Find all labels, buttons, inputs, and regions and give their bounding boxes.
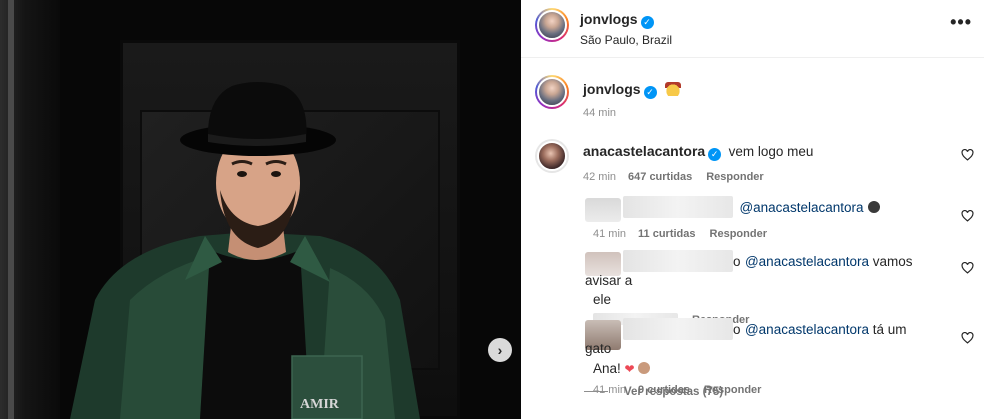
comment-meta: 42 min 647 curtidas Responder [583,171,813,183]
reply-text-cont: ele [593,292,612,307]
author-block: jonvlogs ✓ São Paulo, Brazil [580,11,672,47]
comment-reply-button[interactable]: Responder [706,171,763,183]
post-photo[interactable]: AMIR › [0,0,521,419]
reply-likes[interactable]: 11 curtidas [638,228,695,240]
reply-prefix: o [733,254,741,269]
comment-text: vem logo meu [728,144,814,159]
caption-content: jonvlogs ✓ 44 min [583,81,681,119]
verified-badge-icon: ✓ [708,148,722,161]
comment-content: anacastelacantora ✓ vem logo meu 42 min 64… [583,143,813,183]
reply-content: @anacastelacantora 41 min 11 curtidas Resp… [585,196,880,240]
heart-outline-icon[interactable] [961,332,974,344]
blurred-username [623,250,733,272]
view-replies-label: Ver respostas (75) [624,386,724,398]
eyes-emoji-icon [867,201,880,213]
svg-text:AMIR: AMIR [300,397,340,412]
caption-username[interactable]: jonvlogs [583,81,641,97]
comment-likes[interactable]: 647 curtidas [628,171,692,183]
caption-time: 44 min [583,107,617,119]
view-replies-line [584,391,608,392]
photo-person: AMIR [70,82,420,419]
commenter-avatar[interactable] [535,139,569,173]
reply-meta: 41 min 11 curtidas Responder [593,228,880,240]
author-avatar[interactable] [535,8,569,42]
reply-time: 41 min [593,228,627,240]
heart-emoji-icon: ❤ [624,362,635,376]
comment-time: 42 min [583,171,617,183]
reply-item: o @anacastelacantora vamos avisar a ele … [521,248,984,326]
reply-prefix: o [733,322,741,337]
post-location[interactable]: São Paulo, Brazil [580,33,672,47]
view-replies-button[interactable]: Ver respostas (75) [584,386,723,398]
post-side-panel: jonvlogs ✓ São Paulo, Brazil ••• jonvlogs… [521,0,984,419]
heart-outline-icon[interactable] [961,262,974,274]
more-options-button[interactable]: ••• [950,12,972,33]
caption-row: jonvlogs ✓ 44 min [521,75,984,119]
blurred-username [623,196,733,218]
reply-mention[interactable]: @anacastelacantora [739,200,863,215]
reply-text-cont: Ana! ❤ [593,361,915,376]
comment-username[interactable]: anacastelacantora [583,143,705,159]
caption-avatar[interactable] [535,75,569,109]
comment-item: anacastelacantora ✓ vem logo meu 42 min 64… [521,139,984,184]
next-photo-button[interactable]: › [488,338,512,362]
reply-mention[interactable]: @anacastelacantora [745,254,869,269]
verified-badge-icon: ✓ [643,86,657,99]
reply-reply-button[interactable]: Responder [710,228,767,240]
author-username[interactable]: jonvlogs [580,11,638,27]
verified-badge-icon: ✓ [640,16,654,29]
heart-outline-icon[interactable] [961,149,974,161]
blurred-username [623,318,733,340]
heart-outline-icon[interactable] [961,210,974,222]
reply-text-ana: Ana! [593,361,621,376]
cowboy-emoji-icon [664,82,681,96]
chevron-right-icon: › [497,342,503,358]
reply-mention[interactable]: @anacastelacantora [745,322,869,337]
reply-content: o @anacastelacantora tá um gato Ana! ❤ 4… [585,318,915,396]
post-header: jonvlogs ✓ São Paulo, Brazil ••• [521,0,984,58]
reply-item: o @anacastelacantora tá um gato Ana! ❤ 4… [521,314,984,396]
reply-item: @anacastelacantora 41 min 11 curtidas Resp… [521,196,984,244]
clap-emoji-icon [638,362,651,374]
